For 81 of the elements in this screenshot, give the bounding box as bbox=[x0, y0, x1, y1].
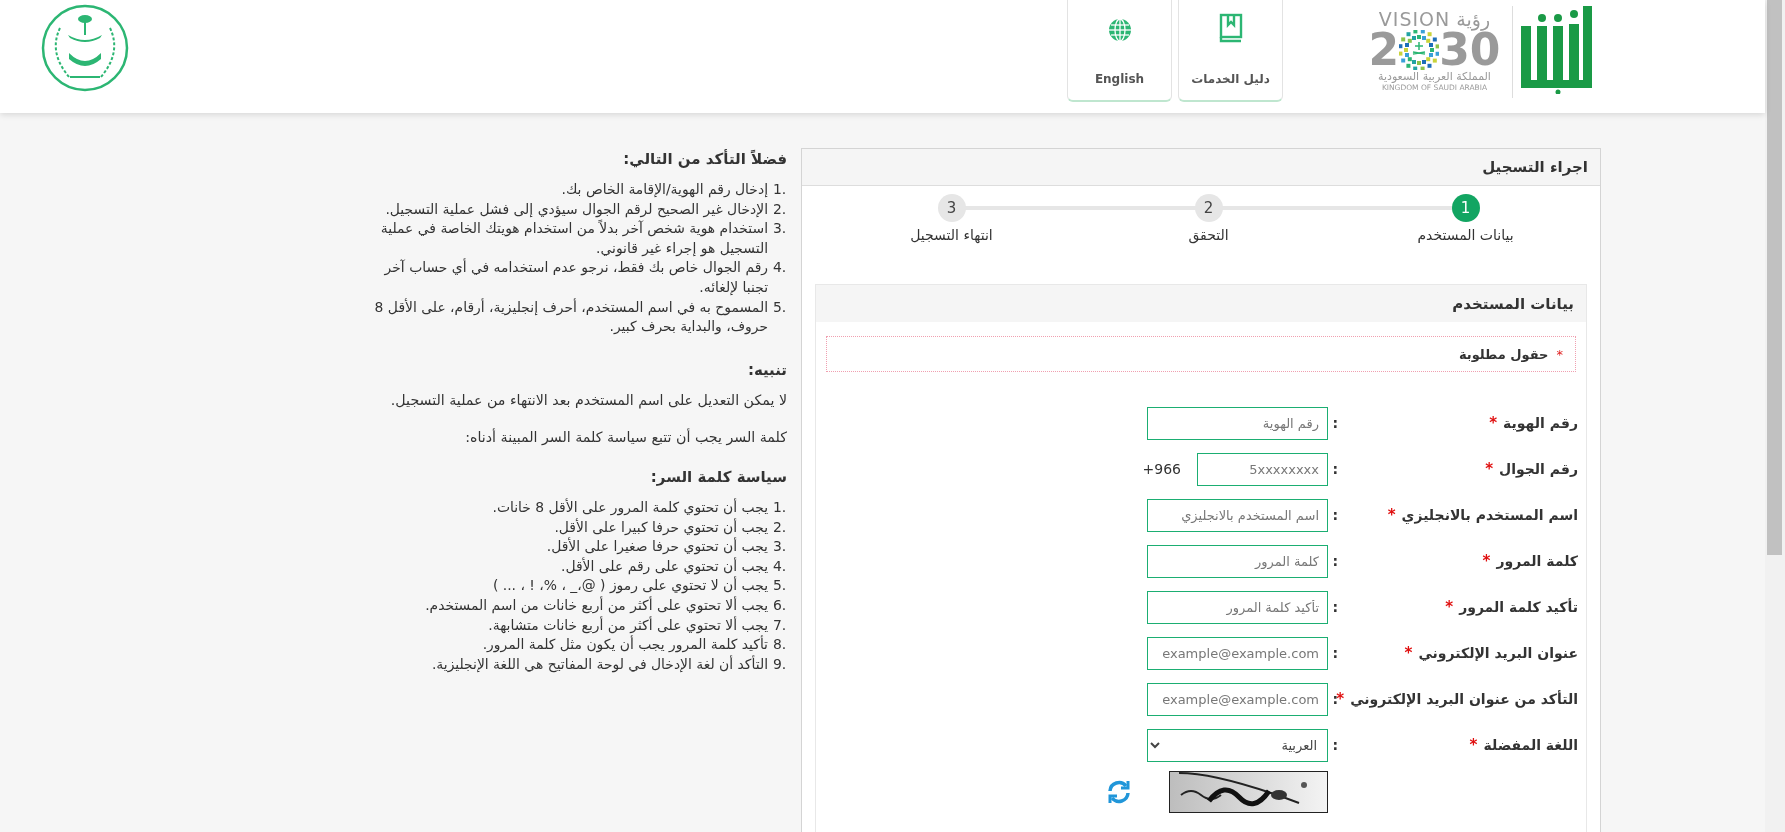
required-mark: * bbox=[1445, 598, 1454, 617]
list-number: 4. bbox=[773, 556, 787, 576]
list-number: 4. bbox=[773, 258, 787, 278]
colon-separator: : bbox=[1331, 645, 1338, 662]
input-field[interactable]: example@example.com bbox=[1147, 636, 1328, 670]
input-field[interactable]: 5xxxxxxxx bbox=[1197, 452, 1328, 486]
field-label: كلمة المرور bbox=[1496, 553, 1578, 570]
notes-heading: سياسة كلمة السر: bbox=[649, 466, 787, 488]
notes-heading: تنبيه: bbox=[746, 359, 787, 381]
step-number: 1 bbox=[1451, 194, 1480, 222]
logo-text: 2 bbox=[1368, 30, 1400, 70]
list-number: 2. bbox=[773, 517, 787, 537]
list-item-text: يجب ألا تحتوي على أكثر من أربع خانات متشابهة. bbox=[488, 615, 768, 635]
input-field[interactable]: اسم المستخدم بالانجليزي bbox=[1147, 498, 1328, 532]
step-label: التحقق bbox=[1188, 227, 1229, 243]
logo-text: 30 bbox=[1439, 30, 1501, 70]
list-item-text: التأكد أن لغة الإدخال في لوحة المفاتيح هي اللغة الإنجليزية. bbox=[431, 654, 768, 675]
required-mark: * bbox=[1387, 506, 1396, 525]
list-number: 3. bbox=[773, 219, 787, 239]
colon-separator: : bbox=[1331, 461, 1338, 478]
input-field[interactable]: كلمة المرور bbox=[1147, 544, 1328, 578]
dropdown[interactable]: العربية bbox=[1147, 728, 1328, 762]
notes-heading: فضلاً التأكد من التالي: bbox=[622, 148, 787, 170]
list-number: 8. bbox=[773, 635, 787, 655]
nav-button[interactable]: English bbox=[1067, 0, 1172, 102]
step-label: انتهاء التسجيل bbox=[910, 227, 993, 243]
input-field[interactable]: رقم الهوية bbox=[1147, 406, 1328, 440]
list-item-text: يجب أن تحتوي حرفا صغيرا على الأقل. bbox=[546, 537, 768, 557]
note-text: لا يمكن التعديل على اسم المستخدم بعد الانتهاء من عملية التسجيل. bbox=[389, 390, 787, 411]
logo-text: VISION bbox=[1378, 8, 1451, 30]
required-mark: * bbox=[1404, 644, 1413, 663]
list-item-text: يجب أن تحتوي حرفا كبيرا على الأقل. bbox=[554, 517, 768, 537]
nav-button[interactable]: دليل الخدمات bbox=[1178, 0, 1283, 102]
list-number: 2. bbox=[773, 199, 787, 219]
field-label: اسم المستخدم بالانجليزي bbox=[1401, 507, 1578, 524]
required-mark: * bbox=[1469, 736, 1478, 755]
list-number: 6. bbox=[773, 595, 787, 615]
list-item-text: رقم الجوال خاص بك فقط، نرجو عدم استخدامه في أي حساب آخر تجنبا لإلغائه. bbox=[383, 258, 768, 297]
logo-text: المملكة العربية السعودية bbox=[1378, 70, 1491, 83]
required-note: حقول مطلوبة bbox=[1458, 346, 1549, 362]
colon-separator: : bbox=[1331, 415, 1338, 432]
field-label: عنوان البريد الإلكتروني bbox=[1418, 645, 1578, 662]
colon-separator: : bbox=[1331, 507, 1338, 524]
list-number: 3. bbox=[773, 537, 787, 557]
field-label: رقم الهوية bbox=[1503, 415, 1578, 432]
panel-title: اجراء التسجيل bbox=[1482, 158, 1588, 176]
section-title: بيانات المستخدم bbox=[1452, 294, 1574, 313]
list-item-text: الإدخال غير الصحيح لرقم الجوال سيؤدي إلى فشل عملية التسجيل. bbox=[385, 199, 768, 219]
step-number: 2 bbox=[1194, 194, 1223, 222]
list-item-text: يجب أن تحتوي كلمة المرور على الأقل 8 خانات. bbox=[492, 497, 768, 518]
colon-separator: : bbox=[1331, 737, 1338, 754]
list-item-text: المسموح به في اسم المستخدم، أحرف إنجليزية، أرقام، على الأقل 8 حروف، والبداية بحرف كبير. bbox=[373, 297, 768, 337]
list-number: 1. bbox=[773, 180, 787, 199]
required-mark: * bbox=[1556, 346, 1563, 362]
list-number: 9. bbox=[773, 654, 787, 674]
field-label: اللغة المفضلة bbox=[1483, 737, 1578, 754]
list-item-text: يجب أن لا تحتوي على رموز ( @،_ ، %، ! ، ... ) bbox=[492, 576, 768, 596]
logo-text: رؤية bbox=[1456, 8, 1491, 30]
list-number: 7. bbox=[773, 615, 787, 635]
required-mark: * bbox=[1489, 414, 1498, 433]
step-label: بيانات المستخدم bbox=[1417, 227, 1514, 243]
colon-separator: : bbox=[1331, 599, 1338, 616]
colon-separator: : bbox=[1331, 553, 1338, 570]
required-mark: * bbox=[1485, 460, 1494, 479]
step-number: 3 bbox=[937, 194, 966, 222]
list-number: 5. bbox=[773, 297, 787, 317]
list-number: 1. bbox=[773, 497, 787, 517]
field-label: تأكيد كلمة المرور bbox=[1459, 599, 1578, 616]
list-item-text: استخدام هوية شخص آخر بدلاً من استخدام هويتك الخاصة في عملية التسجيل هو إجراء غير قانوني. bbox=[379, 219, 768, 258]
required-mark: * bbox=[1482, 552, 1491, 571]
note-text: كلمة السر يجب أن تتبع سياسة كلمة السر المبينة أدناه: bbox=[464, 428, 787, 448]
country-code: +966 bbox=[1142, 461, 1181, 478]
field-label: التأكد من عنوان البريد الإلكتروني bbox=[1350, 691, 1578, 708]
input-field[interactable]: example@example.com bbox=[1147, 682, 1328, 716]
list-item-text: يجب أن تحتوي على رقم على الأقل. bbox=[561, 556, 768, 576]
list-item-text: إدخال رقم الهوية/الإقامة الخاص بك. bbox=[561, 180, 768, 200]
list-number: 5. bbox=[773, 576, 787, 596]
field-label: رقم الجوال bbox=[1499, 461, 1578, 478]
required-mark: * bbox=[1336, 690, 1345, 709]
list-item-text: تأكيد كلمة المرور يجب أن يكون مثل كلمة المرور. bbox=[482, 635, 768, 655]
list-item-text: يجب ألا تحتوي على أكثر من أربع خانات من اسم المستخدم. bbox=[425, 595, 768, 616]
